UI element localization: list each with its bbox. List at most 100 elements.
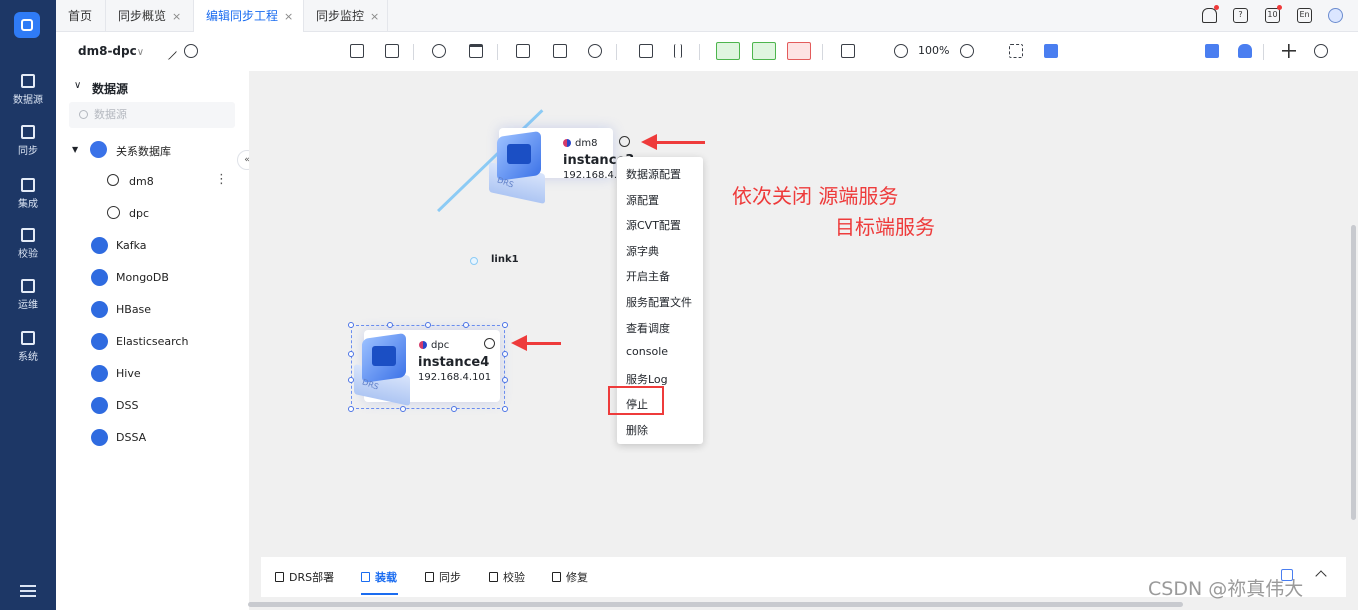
tab-home[interactable]: 首页	[56, 0, 106, 32]
nav-item-system[interactable]: 系统	[0, 331, 56, 363]
tab-check[interactable]: 校验	[489, 569, 525, 585]
resize-handle[interactable]	[451, 406, 457, 412]
start-all-icon[interactable]	[716, 42, 740, 60]
nav-item-integration[interactable]: 集成	[0, 178, 56, 210]
language-icon[interactable]: En	[1297, 8, 1312, 23]
resize-handle[interactable]	[502, 351, 508, 357]
resize-handle[interactable]	[502, 406, 508, 412]
tab-bar: 首页 同步概览 × 编辑同步工程 × 同步监控 × ? 10 En	[56, 0, 1358, 32]
node-instance3[interactable]: DRS dm8 instance3 192.168.4.104	[489, 128, 636, 204]
resize-handle[interactable]	[425, 322, 431, 328]
menu-item-source-config[interactable]: 源配置	[626, 192, 659, 208]
settings-icon[interactable]	[484, 338, 495, 349]
resize-handle[interactable]	[348, 322, 354, 328]
help-icon[interactable]	[184, 44, 198, 58]
resize-handle[interactable]	[463, 322, 469, 328]
align-icon[interactable]	[639, 44, 653, 58]
close-icon[interactable]: ×	[370, 10, 379, 23]
close-icon[interactable]: ×	[172, 10, 181, 23]
link-label: link1	[491, 254, 519, 265]
resize-handle[interactable]	[502, 377, 508, 383]
caret-down-icon[interactable]: ▼	[72, 145, 78, 154]
import-icon[interactable]	[350, 44, 364, 58]
nav-item-sync[interactable]: 同步	[0, 125, 56, 157]
menu-item-service-log[interactable]: 服务Log	[626, 371, 668, 387]
tree-item-hbase[interactable]: HBase	[116, 303, 151, 316]
vertical-scrollbar[interactable]	[1351, 225, 1356, 520]
more-icon[interactable]: ⋮	[215, 172, 228, 187]
node-instance4[interactable]: DRS dpc instance4 192.168.4.101	[354, 330, 500, 406]
dm8-icon	[107, 174, 119, 186]
resize-handle[interactable]	[400, 406, 406, 412]
database-icon	[21, 74, 35, 88]
tab-repair[interactable]: 修复	[552, 569, 588, 585]
chevron-up-icon[interactable]	[1315, 570, 1327, 582]
tree-item-dpc[interactable]: dpc	[129, 207, 149, 220]
menu-item-delete[interactable]: 删除	[626, 422, 648, 438]
nav-item-ops[interactable]: 运维	[0, 279, 56, 311]
tree-item-hive[interactable]: Hive	[116, 367, 141, 380]
help-icon[interactable]: ?	[1233, 8, 1248, 23]
menu-item-console[interactable]: console	[626, 345, 668, 358]
tree-item-dss[interactable]: DSS	[116, 399, 138, 412]
check-icon	[489, 572, 498, 582]
text-icon[interactable]	[841, 44, 855, 58]
wave-icon[interactable]	[588, 44, 602, 58]
tree-item-dm8[interactable]: dm8	[129, 175, 154, 188]
edit-icon[interactable]	[158, 41, 178, 61]
copy-icon[interactable]	[385, 44, 399, 58]
horizontal-scrollbar[interactable]	[248, 602, 1183, 607]
nav-item-check[interactable]: 校验	[0, 228, 56, 260]
resize-handle[interactable]	[387, 322, 393, 328]
menu-collapse-icon[interactable]	[20, 585, 36, 597]
tree-item-elasticsearch[interactable]: Elasticsearch	[116, 335, 188, 348]
tree-item-kafka[interactable]: Kafka	[116, 239, 147, 252]
record-stop-icon[interactable]	[787, 42, 811, 60]
link-anchor[interactable]	[470, 257, 478, 265]
settings-icon[interactable]	[1314, 44, 1328, 58]
tab-drs-deploy[interactable]: DRS部署	[275, 569, 334, 585]
play-icon[interactable]	[752, 42, 776, 60]
tab-sync-overview[interactable]: 同步概览 ×	[106, 0, 194, 32]
layout-icon[interactable]	[553, 44, 567, 58]
delete-icon[interactable]	[469, 44, 483, 58]
bell-icon[interactable]	[1202, 8, 1217, 23]
active-tab-indicator	[361, 593, 398, 595]
calendar-icon[interactable]: 10	[1265, 8, 1280, 23]
menu-item-dictionary[interactable]: 源字典	[626, 243, 659, 259]
project-selector[interactable]: dm8-dpc∨	[78, 44, 144, 58]
menu-item-service-config-file[interactable]: 服务配置文件	[626, 294, 692, 310]
tab-sync-monitor[interactable]: 同步监控 ×	[304, 0, 388, 32]
pause-icon[interactable]	[674, 44, 682, 58]
menu-item-enable-ha[interactable]: 开启主备	[626, 268, 670, 284]
sync-icon	[21, 125, 35, 139]
refresh-icon[interactable]	[432, 44, 446, 58]
add-icon[interactable]	[1282, 44, 1296, 58]
menu-item-view-schedule[interactable]: 查看调度	[626, 320, 670, 336]
select-node-icon[interactable]	[516, 44, 530, 58]
tab-sync[interactable]: 同步	[425, 569, 461, 585]
fullscreen-icon[interactable]	[1009, 44, 1023, 58]
tab-load[interactable]: 装载	[361, 569, 397, 585]
close-icon[interactable]: ×	[284, 10, 293, 23]
tab-edit-sync-project[interactable]: 编辑同步工程 ×	[194, 0, 304, 32]
comment-icon[interactable]	[1044, 44, 1058, 58]
zoom-in-icon[interactable]	[894, 44, 908, 58]
alert-icon[interactable]	[1238, 44, 1252, 58]
chevron-down-icon[interactable]: ∨	[74, 80, 81, 91]
resize-handle[interactable]	[502, 322, 508, 328]
tree-item-dssa[interactable]: DSSA	[116, 431, 146, 444]
settings-icon[interactable]	[619, 136, 630, 147]
tree-item-mongodb[interactable]: MongoDB	[116, 271, 169, 284]
chart-icon[interactable]	[1205, 44, 1219, 58]
tree-group-relational[interactable]: 关系数据库	[116, 143, 171, 159]
user-avatar[interactable]	[1328, 8, 1343, 23]
nav-item-datasource[interactable]: 数据源	[0, 74, 56, 106]
menu-item-datasource-config[interactable]: 数据源配置	[626, 166, 681, 182]
zoom-out-icon[interactable]	[960, 44, 974, 58]
app-logo-icon[interactable]	[14, 12, 40, 38]
flow-canvas[interactable]: link1 DRS dm8 instance3 192.168.4.104 DR…	[249, 71, 1358, 555]
menu-item-cvt-config[interactable]: 源CVT配置	[626, 217, 681, 233]
resize-handle[interactable]	[348, 406, 354, 412]
search-input[interactable]: 数据源	[69, 102, 235, 128]
